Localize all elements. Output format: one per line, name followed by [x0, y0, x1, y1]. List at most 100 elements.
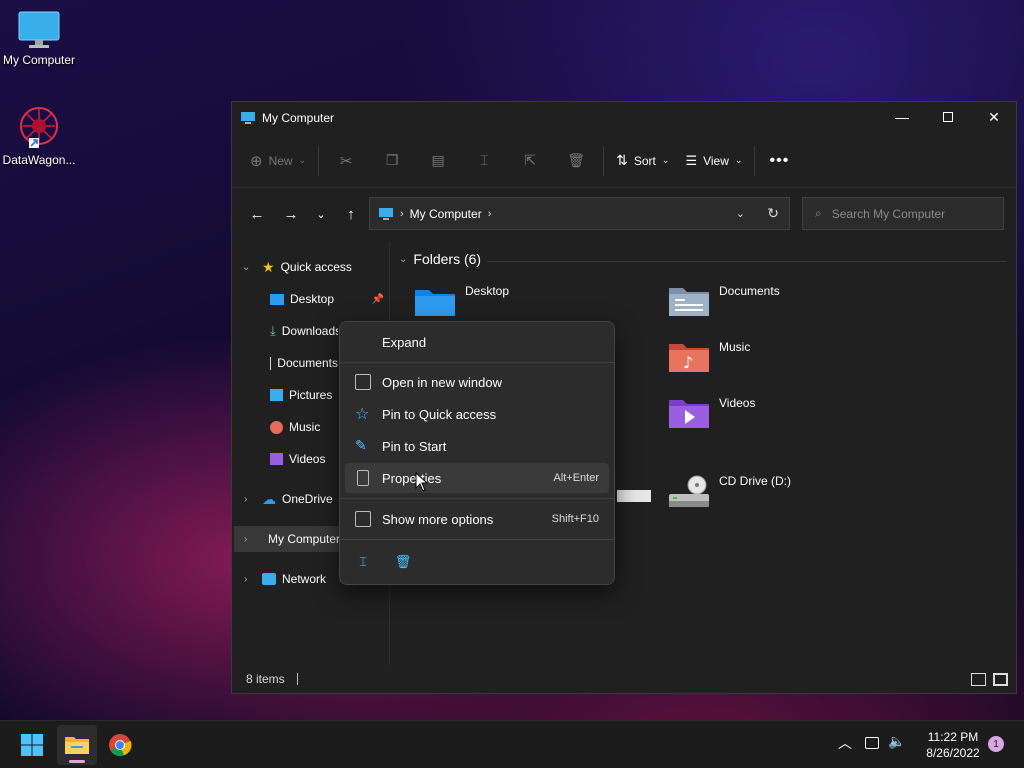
sidebar-item-label: Desktop	[290, 292, 335, 306]
sort-button[interactable]: ⇅ Sort ⌄	[608, 145, 677, 177]
paste-button[interactable]: ▤	[415, 145, 461, 177]
network-status-icon[interactable]	[865, 737, 879, 749]
taskbar-file-explorer[interactable]	[57, 725, 97, 765]
address-bar[interactable]: › My Computer › ⌄ ↻	[369, 197, 790, 230]
menu-item-pin-quick-access[interactable]: ☆ Pin to Quick access	[345, 399, 609, 429]
sidebar-item-label: Network	[282, 572, 327, 586]
menu-item-expand[interactable]: Expand	[345, 327, 609, 357]
clock-date: 8/26/2022	[926, 746, 980, 760]
folder-tile-videos[interactable]: Videos	[667, 396, 755, 430]
maximize-button[interactable]	[925, 102, 971, 132]
videos-folder-icon	[669, 400, 709, 428]
rename-button[interactable]: ⌶	[461, 145, 507, 177]
refresh-icon[interactable]: ↻	[767, 205, 779, 222]
clipboard-icon: ▤	[431, 152, 445, 168]
ellipsis-icon: •••	[769, 151, 790, 169]
rename-icon: ⌶	[359, 554, 367, 569]
sidebar-item-label: Documents	[277, 356, 338, 370]
monitor-icon	[241, 112, 255, 124]
folder-tile-desktop[interactable]: Desktop	[413, 284, 509, 318]
taskbar-chrome[interactable]	[100, 725, 140, 765]
sidebar-item-label: My Computer	[268, 532, 339, 546]
chevron-right-icon[interactable]: ›	[244, 534, 247, 545]
share-icon: ⇱	[524, 152, 536, 168]
minimize-button[interactable]: —	[879, 102, 925, 132]
drive-tile-cd[interactable]: CD Drive (D:)	[667, 474, 791, 510]
folder-label: Videos	[719, 396, 756, 410]
datawagon-logo-icon	[20, 107, 58, 148]
chevron-right-icon: ›	[400, 207, 404, 220]
rename-icon: ⌶	[479, 152, 489, 168]
arrow-up-icon: ↑	[347, 205, 355, 223]
menu-item-label: Open in new window	[382, 374, 502, 390]
recent-locations-button[interactable]: ⌄	[306, 199, 336, 229]
status-bar: 8 items	[232, 665, 1016, 693]
close-button[interactable]: ✕	[971, 102, 1017, 132]
pin-icon[interactable]: 📌	[372, 294, 384, 305]
folder-tile-music[interactable]: ♪ Music	[667, 340, 750, 374]
menu-item-properties[interactable]: Properties Alt+Enter	[345, 463, 609, 493]
chevron-up-icon[interactable]: ︿	[838, 733, 852, 753]
chevron-right-icon[interactable]: ›	[244, 494, 247, 505]
cloud-icon: ☁	[262, 490, 276, 507]
network-icon	[262, 573, 276, 585]
breadcrumb-my-computer[interactable]: My Computer	[410, 207, 482, 221]
share-button[interactable]: ⇱	[507, 145, 553, 177]
desktop-icon-label: My Computer	[2, 53, 76, 67]
desktop-icon-datawagon[interactable]: DataWagon...	[0, 104, 78, 167]
new-button[interactable]: ⊕ New ⌄	[242, 145, 314, 177]
chevron-right-icon[interactable]: ›	[244, 574, 247, 585]
up-button[interactable]: ↑	[336, 199, 366, 229]
taskbar: ︿ 🔈 11:22 PM 8/26/2022 1	[0, 720, 1024, 768]
sidebar-item-videos[interactable]: Videos	[270, 446, 340, 472]
chevron-down-icon: ⌄	[316, 208, 326, 221]
sidebar-item-music[interactable]: Music	[270, 414, 340, 440]
trash-icon: 🗑	[567, 152, 586, 168]
more-options-button[interactable]: •••	[759, 145, 799, 177]
delete-button[interactable]: 🗑	[553, 145, 599, 177]
copy-button[interactable]: ❐	[369, 145, 415, 177]
desktop-folder-icon	[415, 290, 455, 316]
more-options-icon	[355, 511, 371, 527]
desktop-icon-my-computer[interactable]: My Computer	[0, 10, 78, 67]
sidebar-item-quick-access[interactable]: ★ Quick access	[262, 254, 388, 280]
menu-item-show-more-options[interactable]: Show more options Shift+F10	[345, 504, 609, 534]
chevron-down-icon: ⌄	[661, 155, 670, 165]
address-dropdown-icon[interactable]: ⌄	[736, 207, 745, 220]
star-icon: ★	[262, 258, 275, 275]
details-view-icon[interactable]	[971, 672, 986, 686]
volume-icon[interactable]: 🔈	[888, 733, 905, 750]
menu-delete-button[interactable]: 🗑	[392, 551, 414, 573]
tiles-view-icon[interactable]	[993, 672, 1008, 686]
sidebar-item-my-computer[interactable]: My Computer	[234, 526, 339, 552]
sidebar-item-documents[interactable]: Documents	[270, 350, 338, 376]
menu-divider	[340, 539, 614, 540]
folders-section-header[interactable]: ⌄ Folders (6)	[399, 251, 481, 267]
cd-drive-icon	[669, 475, 709, 507]
arrow-left-icon: ←	[249, 205, 265, 223]
sidebar-item-pictures[interactable]: Pictures	[270, 382, 340, 408]
toolbar-divider	[754, 145, 756, 176]
forward-button[interactable]: →	[276, 199, 306, 229]
back-button[interactable]: ←	[242, 199, 272, 229]
menu-item-pin-start[interactable]: ✎ Pin to Start	[345, 431, 609, 461]
copy-icon: ❐	[385, 152, 399, 168]
active-app-indicator	[69, 760, 85, 763]
pin-icon: ✎	[355, 437, 367, 453]
menu-item-open-new-window[interactable]: Open in new window	[345, 367, 609, 397]
menu-rename-button[interactable]: ⌶	[352, 551, 374, 573]
folder-tile-documents[interactable]: Documents	[667, 284, 780, 318]
windows-logo-icon	[21, 734, 43, 756]
system-clock[interactable]: 11:22 PM 8/26/2022	[918, 729, 988, 761]
drive-capacity-bar	[617, 490, 651, 502]
view-button[interactable]: ☰ View ⌄	[677, 145, 750, 177]
cut-button[interactable]: ✂	[323, 145, 369, 177]
search-box[interactable]: ⌕ Search My Computer	[802, 197, 1004, 230]
notification-badge[interactable]: 1	[988, 736, 1004, 752]
sidebar-item-desktop[interactable]: Desktop 📌	[270, 286, 390, 312]
sidebar-item-downloads[interactable]: ⤓ Downloads	[270, 318, 338, 344]
monitor-icon	[18, 11, 60, 48]
start-button[interactable]	[12, 725, 52, 765]
folder-label: Desktop	[465, 284, 510, 298]
chevron-down-icon[interactable]: ⌄	[242, 262, 250, 273]
